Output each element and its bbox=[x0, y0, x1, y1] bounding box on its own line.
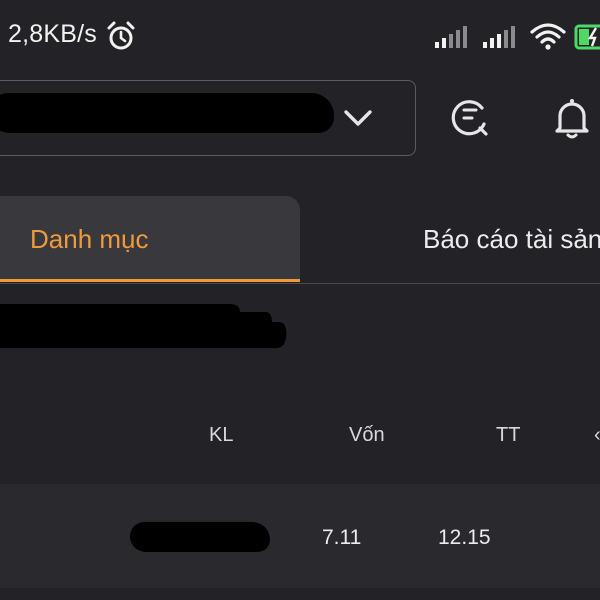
row-von-value: 7.11 bbox=[322, 526, 362, 549]
redacted-text bbox=[0, 304, 287, 349]
tab-portfolio[interactable]: Danh mục bbox=[0, 196, 300, 282]
app-screen: 2,8KB/s Danh mục Báo cáo tài sản KL Vốn … bbox=[0, 0, 600, 600]
status-bar: 2,8KB/s bbox=[0, 0, 600, 72]
tab-asset-report-label: Báo cáo tài sản bbox=[423, 224, 600, 254]
table-row[interactable]: 7.11 12.15 bbox=[0, 484, 600, 588]
network-speed: 2,8KB/s bbox=[8, 20, 97, 48]
column-scroll-arrow-icon[interactable]: ‹ bbox=[594, 424, 600, 447]
tab-bar: Danh mục Báo cáo tài sản bbox=[0, 196, 600, 284]
alarm-icon bbox=[107, 21, 135, 50]
account-select[interactable] bbox=[0, 80, 416, 156]
tab-asset-report[interactable]: Báo cáo tài sản bbox=[300, 196, 600, 282]
history-search-icon[interactable] bbox=[448, 96, 492, 140]
column-header-kl[interactable]: KL bbox=[209, 424, 233, 447]
signal-icon bbox=[483, 26, 515, 48]
chevron-down-icon[interactable] bbox=[343, 103, 373, 133]
bell-icon[interactable] bbox=[552, 96, 592, 140]
battery-charging-icon bbox=[574, 24, 600, 50]
account-value bbox=[0, 93, 334, 133]
tab-portfolio-label: Danh mục bbox=[30, 224, 149, 254]
row-symbol bbox=[130, 522, 270, 552]
row-tt-value: 12.15 bbox=[438, 526, 491, 549]
wifi-icon bbox=[530, 23, 566, 50]
column-header-tt[interactable]: TT bbox=[496, 424, 520, 447]
column-header-von[interactable]: Vốn bbox=[349, 424, 385, 447]
signal-icon bbox=[435, 26, 467, 48]
